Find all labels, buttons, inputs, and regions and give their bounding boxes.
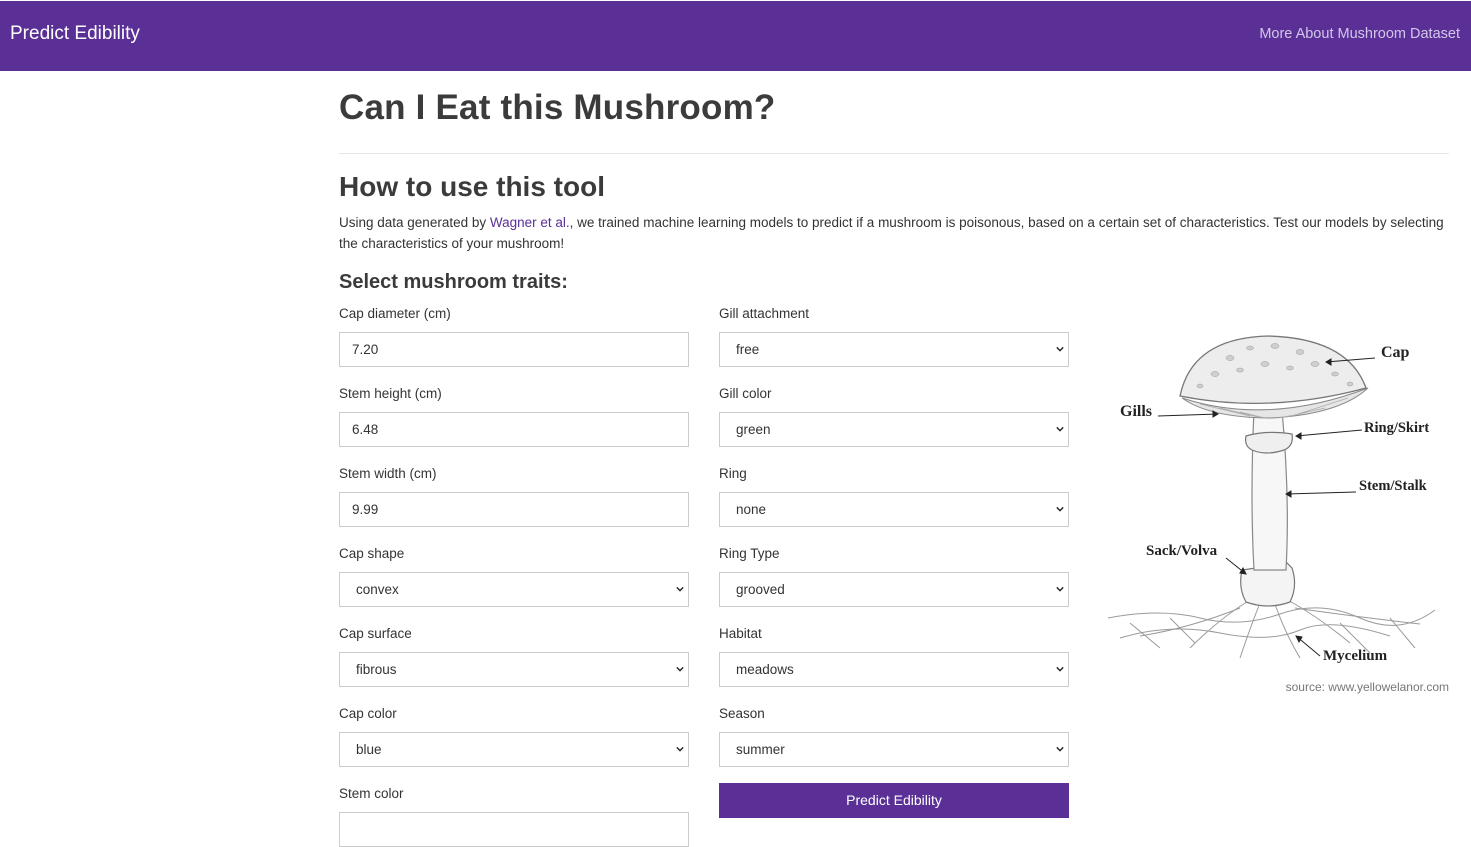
- mushroom-diagram: Cap Gills Ring/Skirt Stem/Stalk Sack/Vol…: [1100, 318, 1448, 670]
- ring-shape: [1245, 431, 1293, 454]
- stem-width-value: 9.99: [352, 502, 379, 517]
- cap-color-select[interactable]: blue: [339, 732, 689, 767]
- traits-title: Select mushroom traits:: [339, 271, 568, 293]
- howto-text: Using data generated by Wagner et al., w…: [339, 212, 1449, 254]
- stem-color-label: Stem color: [339, 786, 404, 801]
- cap-color-label: Cap color: [339, 706, 397, 721]
- chevron-down-icon: [676, 586, 684, 592]
- stem-width-label: Stem width (cm): [339, 466, 437, 481]
- diagram-label-gills: Gills: [1120, 403, 1152, 420]
- cap-shape-label: Cap shape: [339, 546, 405, 561]
- diagram-label-volva: Sack/Volva: [1146, 543, 1218, 559]
- ring-label: Ring: [719, 466, 747, 481]
- ring-type-label: Ring Type: [719, 546, 780, 561]
- chevron-down-icon: [1056, 506, 1064, 512]
- stem-height-value: 6.48: [352, 422, 379, 437]
- ring-value: none: [736, 502, 767, 517]
- chevron-down-icon: [1056, 586, 1064, 592]
- ring-type-select[interactable]: grooved: [719, 572, 1069, 607]
- navbar-brand[interactable]: Predict Edibility: [10, 23, 140, 45]
- stem-color-select[interactable]: [339, 812, 689, 847]
- cap-diameter-input[interactable]: 7.20: [339, 332, 689, 367]
- habitat-label: Habitat: [719, 626, 762, 641]
- cap-surface-value: fibrous: [356, 662, 397, 677]
- page-title: Can I Eat this Mushroom?: [339, 88, 776, 127]
- cap-shape-select[interactable]: convex: [339, 572, 689, 607]
- stem-width-input[interactable]: 9.99: [339, 492, 689, 527]
- chevron-down-icon: [676, 666, 684, 672]
- image-source: source: www.yellowelanor.com: [1285, 680, 1449, 694]
- diagram-label-ring: Ring/Skirt: [1364, 420, 1429, 436]
- cap-diameter-label: Cap diameter (cm): [339, 306, 451, 321]
- gill-attachment-value: free: [736, 342, 760, 357]
- stem-height-label: Stem height (cm): [339, 386, 442, 401]
- stem-height-input[interactable]: 6.48: [339, 412, 689, 447]
- habitat-value: meadows: [736, 662, 794, 677]
- season-label: Season: [719, 706, 765, 721]
- predict-button[interactable]: Predict Edibility: [719, 783, 1069, 818]
- cap-diameter-value: 7.20: [352, 342, 379, 357]
- gill-color-label: Gill color: [719, 386, 772, 401]
- cap-color-value: blue: [356, 742, 382, 757]
- chevron-down-icon: [676, 746, 684, 752]
- howto-title: How to use this tool: [339, 171, 605, 202]
- gill-attachment-select[interactable]: free: [719, 332, 1069, 367]
- gill-attachment-label: Gill attachment: [719, 306, 810, 321]
- habitat-select[interactable]: meadows: [719, 652, 1069, 687]
- chevron-down-icon: [1056, 746, 1064, 752]
- season-select[interactable]: summer: [719, 732, 1069, 767]
- gill-color-value: green: [736, 422, 771, 437]
- ring-type-value: grooved: [736, 582, 785, 597]
- diagram-label-mycelium: Mycelium: [1323, 648, 1388, 664]
- nav-link-dataset[interactable]: More About Mushroom Dataset: [1259, 26, 1460, 42]
- divider: [339, 153, 1449, 154]
- chevron-down-icon: [1056, 346, 1064, 352]
- diagram-label-stem: Stem/Stalk: [1359, 478, 1428, 494]
- cap-surface-select[interactable]: fibrous: [339, 652, 689, 687]
- ring-select[interactable]: none: [719, 492, 1069, 527]
- gill-color-select[interactable]: green: [719, 412, 1069, 447]
- cap-surface-label: Cap surface: [339, 626, 412, 641]
- chevron-down-icon: [1056, 666, 1064, 672]
- diagram-label-cap: Cap: [1381, 344, 1410, 361]
- howto-text-before: Using data generated by: [339, 215, 490, 230]
- cap-shape-value: convex: [356, 582, 399, 597]
- wagner-link[interactable]: Wagner et al.: [490, 215, 570, 230]
- chevron-down-icon: [1056, 426, 1064, 432]
- navbar: Predict Edibility More About Mushroom Da…: [0, 1, 1471, 71]
- season-value: summer: [736, 742, 785, 757]
